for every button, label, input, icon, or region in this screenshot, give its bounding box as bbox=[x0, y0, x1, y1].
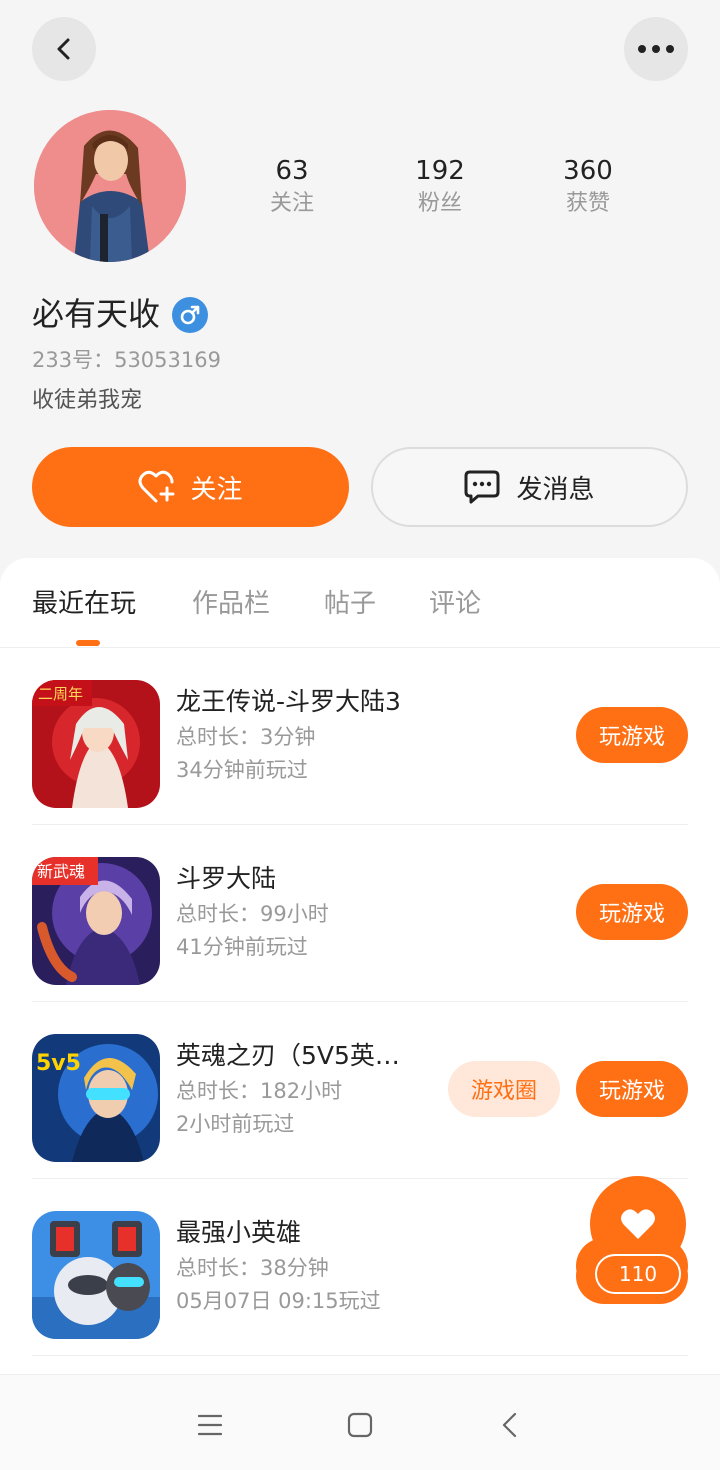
system-navbar bbox=[0, 1374, 720, 1470]
stat-value: 63 bbox=[275, 156, 309, 186]
tab-works[interactable]: 作品栏 bbox=[192, 584, 270, 624]
play-game-button[interactable]: 玩游戏 bbox=[576, 884, 688, 940]
follow-label: 关注 bbox=[190, 474, 243, 505]
game-icon[interactable] bbox=[32, 1211, 160, 1339]
avatar[interactable] bbox=[34, 110, 186, 262]
stat-followers[interactable]: 192 粉丝 bbox=[380, 156, 500, 220]
heart-icon bbox=[621, 1209, 655, 1239]
game-last-played: 41分钟前玩过 bbox=[176, 935, 308, 959]
stat-following[interactable]: 63 关注 bbox=[232, 156, 352, 220]
game-title: 英魂之刃（5V5英… bbox=[176, 1041, 400, 1070]
stat-label: 获赞 bbox=[565, 191, 610, 216]
tab-recent[interactable]: 最近在玩 bbox=[32, 584, 136, 624]
menu-icon[interactable] bbox=[190, 1405, 230, 1445]
stat-value: 360 bbox=[563, 156, 613, 186]
stat-label: 关注 bbox=[269, 191, 314, 216]
message-label: 发消息 bbox=[516, 474, 595, 505]
game-duration: 总时长：182小时 bbox=[176, 1079, 343, 1103]
user-bio: 收徒弟我宠 bbox=[32, 388, 143, 413]
heart-plus-icon bbox=[138, 470, 175, 503]
avatar-illustration bbox=[34, 110, 186, 262]
game-duration: 总时长：38分钟 bbox=[176, 1256, 329, 1280]
tab-comments[interactable]: 评论 bbox=[429, 584, 481, 624]
back-triangle-icon[interactable] bbox=[490, 1405, 530, 1445]
stat-label: 粉丝 bbox=[417, 191, 462, 216]
back-button[interactable] bbox=[32, 17, 96, 81]
user-id: 233号：53053169 bbox=[32, 348, 221, 372]
game-badge-text: 新武魂 bbox=[37, 862, 85, 881]
game-title: 最强小英雄 bbox=[176, 1218, 302, 1247]
game-circle-button[interactable]: 游戏圈 bbox=[448, 1061, 560, 1117]
message-button[interactable]: 发消息 bbox=[371, 447, 688, 527]
male-icon bbox=[172, 297, 208, 333]
game-icon[interactable]: 新武魂 bbox=[32, 857, 160, 985]
stat-likes[interactable]: 360 获赞 bbox=[528, 156, 648, 220]
like-float-button[interactable]: 110 bbox=[576, 1176, 688, 1304]
username: 必有天收 bbox=[32, 295, 161, 333]
chat-bubble-icon bbox=[464, 470, 500, 504]
divider bbox=[32, 1355, 688, 1356]
game-duration: 总时长：3分钟 bbox=[176, 725, 316, 749]
game-badge-text: 二周年 bbox=[38, 685, 83, 703]
game-last-played: 05月07日 09:15玩过 bbox=[176, 1289, 381, 1313]
list-item[interactable]: 5v5 英魂之刃（5V5英… 总时长：182小时 2小时前玩过 游戏圈 玩游戏 bbox=[32, 1002, 688, 1179]
game-title: 龙王传说-斗罗大陆3 bbox=[176, 687, 401, 716]
like-count: 110 bbox=[595, 1254, 681, 1294]
game-badge-text: 5v5 bbox=[36, 1051, 81, 1076]
game-duration: 总时长：99小时 bbox=[176, 902, 329, 926]
play-game-button[interactable]: 玩游戏 bbox=[576, 707, 688, 763]
chevron-left-icon bbox=[57, 38, 70, 60]
tab-indicator bbox=[76, 640, 100, 646]
game-last-played: 2小时前玩过 bbox=[176, 1112, 295, 1136]
more-dots-icon bbox=[638, 45, 674, 53]
game-icon[interactable]: 5v5 bbox=[32, 1034, 160, 1162]
more-button[interactable] bbox=[624, 17, 688, 81]
game-icon[interactable]: 二周年 bbox=[32, 680, 160, 808]
play-game-button[interactable]: 玩游戏 bbox=[576, 1061, 688, 1117]
follow-button[interactable]: 关注 bbox=[32, 447, 349, 527]
list-item[interactable]: 二周年 龙王传说-斗罗大陆3 总时长：3分钟 34分钟前玩过 玩游戏 bbox=[32, 648, 688, 825]
stat-value: 192 bbox=[415, 156, 465, 186]
game-title: 斗罗大陆 bbox=[176, 864, 277, 893]
home-square-icon[interactable] bbox=[340, 1405, 380, 1445]
tab-posts[interactable]: 帖子 bbox=[324, 584, 376, 624]
list-item[interactable]: 新武魂 斗罗大陆 总时长：99小时 41分钟前玩过 玩游戏 bbox=[32, 825, 688, 1002]
game-last-played: 34分钟前玩过 bbox=[176, 758, 308, 782]
